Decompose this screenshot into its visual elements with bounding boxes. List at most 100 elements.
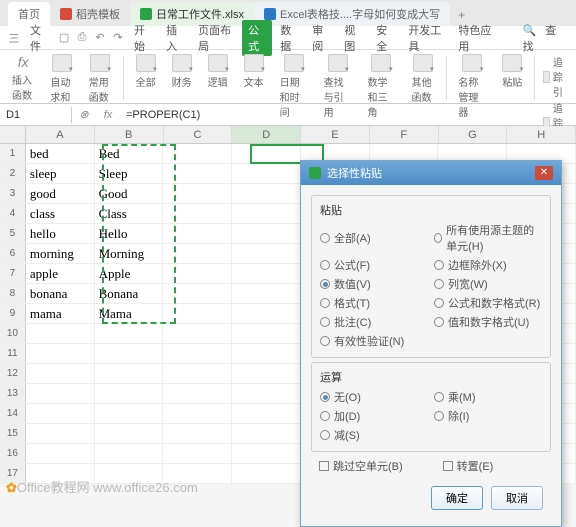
cell[interactable]: morning: [26, 244, 95, 263]
cell[interactable]: [95, 324, 164, 343]
opt-valid[interactable]: 有效性验证(N): [320, 333, 428, 349]
cell[interactable]: [26, 344, 95, 363]
cell[interactable]: [163, 364, 232, 383]
row-header[interactable]: 13: [0, 384, 26, 403]
op-sub[interactable]: 减(S): [320, 427, 428, 443]
cell[interactable]: [95, 384, 164, 403]
opt-valnum[interactable]: 值和数字格式(U): [434, 314, 542, 330]
cell[interactable]: [163, 144, 232, 163]
menu-security[interactable]: 安全: [370, 20, 400, 56]
cell[interactable]: [232, 444, 301, 463]
undo-icon[interactable]: ↶: [92, 30, 108, 46]
row-header[interactable]: 6: [0, 244, 26, 263]
cancel-button[interactable]: 取消: [491, 486, 543, 510]
cell[interactable]: [232, 364, 301, 383]
ok-button[interactable]: 确定: [431, 486, 483, 510]
cell[interactable]: Good: [95, 184, 164, 203]
cell[interactable]: Morning: [95, 244, 164, 263]
col-B[interactable]: B: [95, 126, 164, 143]
col-C[interactable]: C: [164, 126, 233, 143]
col-A[interactable]: A: [26, 126, 95, 143]
cell[interactable]: [163, 404, 232, 423]
op-none[interactable]: 无(O): [320, 389, 428, 405]
cell[interactable]: [232, 284, 301, 303]
row-header[interactable]: 11: [0, 344, 26, 363]
cell[interactable]: [163, 244, 232, 263]
tab-template[interactable]: 稻壳模板: [50, 2, 130, 26]
cell[interactable]: [232, 244, 301, 263]
menu-dev[interactable]: 开发工具: [402, 20, 450, 56]
row-header[interactable]: 7: [0, 264, 26, 283]
opt-theme[interactable]: 所有使用源主题的单元(H): [434, 222, 542, 254]
op-div[interactable]: 除(I): [434, 408, 542, 424]
cell[interactable]: [232, 184, 301, 203]
menu-data[interactable]: 数据: [274, 20, 304, 56]
col-E[interactable]: E: [301, 126, 370, 143]
cell[interactable]: Bed: [95, 144, 164, 163]
cell[interactable]: good: [26, 184, 95, 203]
chk-skipblank[interactable]: 跳过空单元(B): [319, 458, 403, 474]
row-header[interactable]: 10: [0, 324, 26, 343]
fx-button[interactable]: ⊗: [72, 108, 96, 121]
opt-formula[interactable]: 公式(F): [320, 257, 428, 273]
cell[interactable]: bonana: [26, 284, 95, 303]
row-header[interactable]: 16: [0, 444, 26, 463]
cell[interactable]: [26, 424, 95, 443]
ribbon-paste[interactable]: 粘贴: [496, 52, 528, 91]
row-header[interactable]: 8: [0, 284, 26, 303]
cell[interactable]: Apple: [95, 264, 164, 283]
cell[interactable]: [95, 364, 164, 383]
cell[interactable]: [163, 424, 232, 443]
row-header[interactable]: 12: [0, 364, 26, 383]
cell[interactable]: [232, 144, 301, 163]
cell[interactable]: [26, 444, 95, 463]
print-icon[interactable]: ⎙: [74, 30, 90, 46]
ribbon-insertfn[interactable]: fx插入函数: [6, 52, 40, 104]
cell[interactable]: [163, 444, 232, 463]
cell[interactable]: [163, 384, 232, 403]
cell[interactable]: [232, 424, 301, 443]
cell[interactable]: [163, 184, 232, 203]
close-icon[interactable]: ✕: [535, 166, 553, 180]
cell[interactable]: [232, 304, 301, 323]
row-header[interactable]: 1: [0, 144, 26, 163]
dialog-titlebar[interactable]: 选择性粘贴 ✕: [301, 161, 561, 185]
ribbon-trace-pre[interactable]: 追踪引: [543, 54, 568, 99]
cell[interactable]: bed: [26, 144, 95, 163]
ribbon-common[interactable]: 常用函数: [83, 52, 117, 106]
redo-icon[interactable]: ↷: [110, 30, 126, 46]
cell[interactable]: [232, 344, 301, 363]
cell[interactable]: Class: [95, 204, 164, 223]
cell[interactable]: [26, 404, 95, 423]
opt-noborder[interactable]: 边框除外(X): [434, 257, 542, 273]
cell[interactable]: [95, 424, 164, 443]
cell[interactable]: [95, 444, 164, 463]
cell[interactable]: mama: [26, 304, 95, 323]
cell[interactable]: Mama: [95, 304, 164, 323]
cell[interactable]: [232, 204, 301, 223]
cell[interactable]: [163, 164, 232, 183]
cell[interactable]: [26, 364, 95, 383]
cell[interactable]: [163, 344, 232, 363]
menu-home[interactable]: 开始: [128, 20, 158, 56]
menu-layout[interactable]: 页面布局: [192, 20, 240, 56]
cell[interactable]: [232, 264, 301, 283]
col-G[interactable]: G: [439, 126, 508, 143]
cell[interactable]: [95, 344, 164, 363]
cell[interactable]: [26, 324, 95, 343]
chk-transpose[interactable]: 转置(E): [443, 458, 494, 474]
save-icon[interactable]: ▢: [56, 30, 72, 46]
opt-values[interactable]: 数值(V): [320, 276, 428, 292]
ribbon-autosum[interactable]: 自动求和: [44, 52, 78, 106]
cell[interactable]: Hello: [95, 224, 164, 243]
op-mul[interactable]: 乘(M): [434, 389, 542, 405]
cell[interactable]: [163, 224, 232, 243]
cell[interactable]: [232, 464, 301, 483]
cell[interactable]: apple: [26, 264, 95, 283]
row-header[interactable]: 9: [0, 304, 26, 323]
opt-all[interactable]: 全部(A): [320, 222, 428, 254]
menu-special[interactable]: 特色应用: [452, 20, 500, 56]
cell[interactable]: [232, 404, 301, 423]
ribbon-finance[interactable]: 财务: [166, 52, 198, 91]
select-all[interactable]: [0, 126, 26, 143]
